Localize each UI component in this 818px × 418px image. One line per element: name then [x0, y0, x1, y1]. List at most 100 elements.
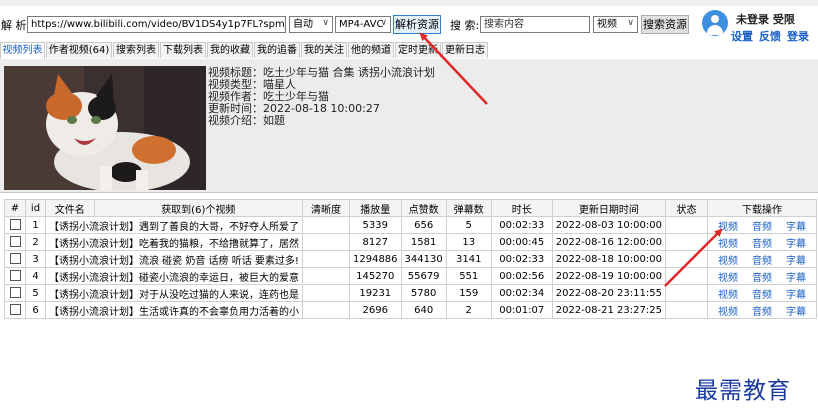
row-updated: 2022-08-18 10:00:00: [551, 250, 666, 268]
row-danmaku: 13: [445, 233, 492, 251]
search-type-value: 视频: [597, 19, 617, 30]
row-danmaku: 2: [445, 301, 492, 319]
format-select[interactable]: MP4-AVC ∨: [335, 16, 391, 33]
col-header-plays[interactable]: 播放量: [349, 199, 402, 217]
download-subtitle-link[interactable]: 字幕: [786, 256, 806, 267]
table-header-row: # id 文件名 获取到(6)个视频 清晰度 播放量 点赞数 弹幕数 时长 更新…: [4, 199, 817, 217]
download-video-link[interactable]: 视频: [718, 239, 738, 250]
row-checkbox[interactable]: [9, 287, 21, 299]
download-video-link[interactable]: 视频: [718, 273, 738, 284]
row-plays: 145270: [349, 267, 402, 285]
table-row[interactable]: 3 【诱拐小流浪计划】流浪 碰瓷 奶音 话痨 听话 要素过多! 1294886 …: [4, 250, 817, 268]
col-header-updated[interactable]: 更新日期时间: [551, 199, 666, 217]
col-header-filename[interactable]: 文件名: [45, 199, 95, 217]
table-row[interactable]: 5 【诱拐小流浪计划】对于从没吃过猫的人来说，连药也是 19231 5780 1…: [4, 284, 817, 302]
row-checkbox[interactable]: [9, 219, 21, 231]
row-plays: 8127: [349, 233, 402, 251]
row-checkbox[interactable]: [9, 253, 21, 265]
tab-my-favorites[interactable]: 我的收藏: [207, 42, 253, 58]
tab-search-list[interactable]: 搜索列表: [113, 42, 159, 58]
row-duration: 00:02:33: [490, 216, 553, 234]
chevron-down-icon: ∨: [380, 18, 387, 28]
download-audio-link[interactable]: 音频: [752, 307, 772, 318]
table-row[interactable]: 1 【诱拐小流浪计划】遇到了善良的大哥，不好夺人所爱了 5339 656 5 0…: [4, 216, 817, 234]
download-video-link[interactable]: 视频: [718, 290, 738, 301]
video-intro-line: 视频介绍：如题: [208, 114, 285, 127]
col-header-id[interactable]: id: [25, 199, 46, 217]
download-video-link[interactable]: 视频: [718, 307, 738, 318]
video-info-panel: 视频标题：吃土少年与猫 合集 诱拐小流浪计划 视频类型：喵星人 视频作者：吃土少…: [0, 59, 818, 193]
row-updated: 2022-08-03 10:00:00: [551, 216, 666, 234]
download-subtitle-link[interactable]: 字幕: [786, 290, 806, 301]
download-audio-link[interactable]: 音频: [752, 256, 772, 267]
download-subtitle-link[interactable]: 字幕: [786, 307, 806, 318]
row-state: [664, 250, 708, 268]
download-audio-link[interactable]: 音频: [752, 239, 772, 250]
table-row[interactable]: 2 【诱拐小流浪计划】吃着我的猫粮，不给撸就算了，居然 8127 1581 13…: [4, 233, 817, 251]
row-updated: 2022-08-21 23:27:25: [551, 301, 666, 319]
row-filename: 【诱拐小流浪计划】生活或许真的不会辜负用力活着的小: [45, 301, 303, 319]
row-plays: 5339: [349, 216, 402, 234]
row-quality: [302, 284, 350, 302]
row-id: 4: [25, 267, 46, 285]
row-danmaku: 159: [445, 284, 492, 302]
download-audio-link[interactable]: 音频: [752, 222, 772, 233]
download-subtitle-link[interactable]: 字幕: [786, 239, 806, 250]
col-header-danmaku[interactable]: 弹幕数: [445, 199, 492, 217]
row-quality: [302, 301, 350, 319]
row-checkbox[interactable]: [9, 270, 21, 282]
table-row[interactable]: 4 【诱拐小流浪计划】碰瓷小流浪的幸运日，被巨大的爱意 145270 55679…: [4, 267, 817, 285]
download-video-link[interactable]: 视频: [718, 256, 738, 267]
tab-my-bangumi[interactable]: 我的追番: [254, 42, 300, 58]
row-likes: 5780: [400, 284, 447, 302]
url-input[interactable]: https://www.bilibili.com/video/BV1DS4y1p…: [27, 16, 286, 33]
col-header-download[interactable]: 下载操作: [706, 199, 817, 217]
col-header-fetched-count[interactable]: 获取到(6)个视频: [93, 199, 304, 217]
row-duration: 00:02:56: [490, 267, 553, 285]
mode-select-value: 自动: [293, 19, 313, 30]
row-likes: 1581: [400, 233, 447, 251]
download-video-link[interactable]: 视频: [718, 222, 738, 233]
tab-video-list[interactable]: 视频列表: [0, 42, 45, 60]
row-filename: 【诱拐小流浪计划】遇到了善良的大哥，不好夺人所爱了: [45, 216, 303, 234]
download-subtitle-link[interactable]: 字幕: [786, 273, 806, 284]
tab-my-following[interactable]: 我的关注: [301, 42, 347, 58]
table-row[interactable]: 6 【诱拐小流浪计划】生活或许真的不会辜负用力活着的小 2696 640 2 0…: [4, 301, 817, 319]
parse-button[interactable]: 解析资源: [393, 15, 441, 34]
row-id: 2: [25, 233, 46, 251]
row-download-actions: 视频 音频 字幕: [706, 233, 817, 251]
row-download-actions: 视频 音频 字幕: [706, 267, 817, 285]
row-likes: 55679: [400, 267, 447, 285]
search-label: 搜 索:: [450, 19, 480, 32]
row-plays: 19231: [349, 284, 402, 302]
tab-download-list[interactable]: 下载列表: [160, 42, 206, 58]
col-header-duration[interactable]: 时长: [490, 199, 553, 217]
row-filename: 【诱拐小流浪计划】对于从没吃过猫的人来说，连药也是: [45, 284, 303, 302]
col-header-quality[interactable]: 清晰度: [302, 199, 350, 217]
row-updated: 2022-08-20 23:11:55: [551, 284, 666, 302]
download-audio-link[interactable]: 音频: [752, 273, 772, 284]
row-checkbox[interactable]: [9, 236, 21, 248]
watermark-logo: 最需教育: [695, 378, 791, 404]
col-header-state[interactable]: 状态: [664, 199, 708, 217]
row-checkbox[interactable]: [9, 304, 21, 316]
download-audio-link[interactable]: 音频: [752, 290, 772, 301]
row-filename: 【诱拐小流浪计划】碰瓷小流浪的幸运日，被巨大的爱意: [45, 267, 303, 285]
col-header-likes[interactable]: 点赞数: [400, 199, 447, 217]
row-filename: 【诱拐小流浪计划】流浪 碰瓷 奶音 话痨 听话 要素过多!: [45, 250, 303, 268]
search-input[interactable]: 搜索内容: [480, 16, 590, 33]
search-type-select[interactable]: 视频 ∨: [593, 16, 638, 33]
row-duration: 00:01:07: [490, 301, 553, 319]
user-avatar-icon[interactable]: [702, 10, 728, 36]
download-subtitle-link[interactable]: 字幕: [786, 222, 806, 233]
tab-bar: 视频列表 作者视频(64) 搜索列表 下载列表 我的收藏 我的追番 我的关注 他…: [0, 42, 818, 60]
tab-author-videos[interactable]: 作者视频(64): [46, 42, 112, 58]
tab-changelog[interactable]: 更新日志: [442, 42, 488, 58]
tab-their-channel[interactable]: 他的频道: [348, 42, 394, 58]
row-id: 1: [25, 216, 46, 234]
row-quality: [302, 233, 350, 251]
mode-select[interactable]: 自动 ∨: [289, 16, 333, 33]
search-button[interactable]: 搜索资源: [641, 15, 689, 34]
tab-scheduled-update[interactable]: 定时更新: [395, 42, 441, 58]
col-header-hash[interactable]: #: [4, 199, 26, 217]
